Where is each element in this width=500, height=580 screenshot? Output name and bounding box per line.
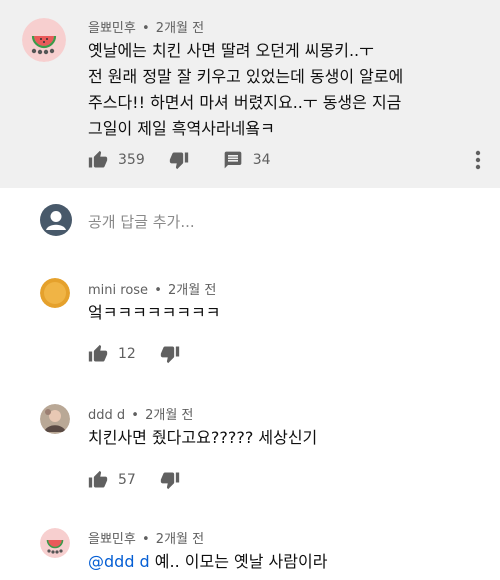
like-button[interactable]: 12	[88, 344, 136, 364]
main-comment: 을뾰민후 • 2개월 전 옛날에는 치킨 사면 딸려 오던게 씨몽키..ㅜ 전 …	[0, 0, 500, 188]
thumbs-up-icon	[88, 150, 108, 168]
like-count: 57	[118, 472, 136, 488]
more-options-button[interactable]	[470, 148, 486, 172]
thumbs-up-icon	[88, 344, 108, 362]
like-count: 359	[118, 152, 145, 168]
comment-actions: 57	[88, 468, 180, 492]
author-name[interactable]: 을뾰민후	[88, 21, 136, 36]
meta-separator: •	[141, 532, 150, 547]
user-avatar-icon	[40, 204, 72, 240]
watermelon-avatar-icon	[40, 528, 70, 558]
reply-input[interactable]	[86, 212, 450, 232]
avatar[interactable]	[40, 528, 70, 558]
photo-avatar-icon	[40, 404, 70, 434]
comment-text: 옛날에는 치킨 사면 딸려 오던게 씨몽키..ㅜ 전 원래 정말 잘 키우고 있…	[88, 41, 404, 138]
reply-comment-icon	[224, 151, 242, 169]
comment-text: 엌ㅋㅋㅋㅋㅋㅋㅋㅋ	[88, 303, 221, 322]
thumbs-down-icon	[160, 472, 179, 490]
comments-screen: 을뾰민후 • 2개월 전 옛날에는 치킨 사면 딸려 오던게 씨몽키..ㅜ 전 …	[0, 0, 500, 580]
comment-actions: 12	[88, 342, 180, 366]
comment-time[interactable]: 2개월 전	[168, 283, 216, 298]
comment-body: 예.. 이모는 옛날 사람이라	[149, 552, 328, 571]
comment-meta: ddd d • 2개월 전	[88, 404, 193, 423]
author-name[interactable]: ddd d	[88, 408, 125, 423]
comment-time[interactable]: 2개월 전	[156, 532, 204, 547]
dislike-button[interactable]	[169, 150, 189, 170]
meta-separator: •	[131, 408, 139, 423]
dislike-button[interactable]	[160, 470, 180, 490]
like-count: 12	[118, 346, 136, 362]
comment-meta: 을뾰민후 • 2개월 전	[88, 528, 204, 547]
comment-actions: 359 34	[88, 148, 271, 172]
more-vert-icon	[475, 150, 481, 170]
like-button[interactable]: 359	[88, 150, 145, 170]
mention-link[interactable]: @ddd d	[88, 552, 150, 571]
meta-separator: •	[154, 283, 162, 298]
comment-time[interactable]: 2개월 전	[145, 408, 193, 423]
comment-text: @ddd d 예.. 이모는 옛날 사람이라	[88, 549, 478, 575]
thumbs-down-icon	[160, 346, 179, 364]
like-button[interactable]: 57	[88, 470, 136, 490]
thumbs-up-icon	[88, 470, 108, 488]
comment-meta: mini rose • 2개월 전	[88, 279, 216, 298]
thumbs-down-icon	[169, 152, 188, 170]
reply-input-row	[40, 204, 480, 240]
orange-circle-avatar-icon	[40, 278, 70, 308]
reply-comments-button[interactable]: 34	[223, 150, 271, 170]
avatar[interactable]	[40, 404, 70, 434]
avatar[interactable]	[40, 278, 70, 308]
avatar[interactable]	[22, 18, 66, 62]
comment-text: 치킨사면 줬다고요????? 세상신기	[88, 428, 318, 447]
dislike-button[interactable]	[160, 344, 180, 364]
comment-time[interactable]: 2개월 전	[156, 21, 204, 36]
reply-count: 34	[252, 152, 271, 168]
account-icon	[40, 204, 72, 236]
comment-meta: 을뾰민후 • 2개월 전	[88, 17, 204, 36]
meta-separator: •	[141, 21, 150, 36]
author-name[interactable]: 을뾰민후	[88, 532, 136, 547]
watermelon-avatar-icon	[22, 18, 66, 62]
author-name[interactable]: mini rose	[88, 283, 148, 298]
